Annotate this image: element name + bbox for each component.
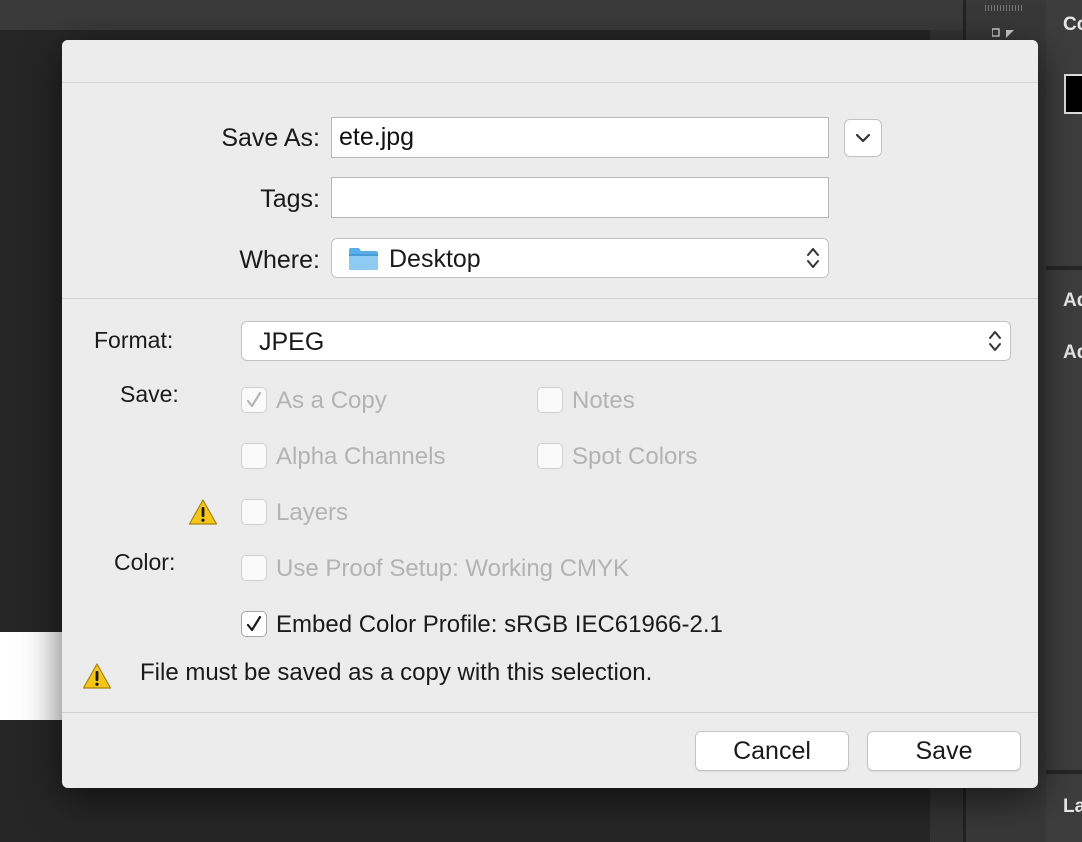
expand-dialog-button[interactable] xyxy=(844,119,882,157)
warning-message: File must be saved as a copy with this s… xyxy=(140,659,653,686)
panel-grip-icon[interactable] xyxy=(985,5,1023,11)
panel-label-adjustments-2: Ad xyxy=(1063,342,1082,363)
format-label: Format: xyxy=(94,327,174,353)
save-button[interactable]: Save xyxy=(867,731,1021,771)
panel-divider xyxy=(1046,770,1082,774)
save-as-label: Save As: xyxy=(221,124,320,152)
where-label: Where: xyxy=(239,246,320,274)
format-value: JPEG xyxy=(259,328,325,356)
format-popup[interactable]: JPEG xyxy=(241,321,1011,361)
save-options-label: Save: xyxy=(120,381,179,407)
tags-input[interactable] xyxy=(331,177,829,218)
as-a-copy-checkbox[interactable] xyxy=(241,387,267,413)
embed-color-profile-checkbox[interactable] xyxy=(241,611,267,637)
panel-label-layers[interactable]: La xyxy=(1063,796,1082,818)
tags-label: Tags: xyxy=(260,185,320,213)
chevron-down-icon xyxy=(855,133,871,143)
where-value: Desktop xyxy=(389,245,481,273)
alpha-channels-checkbox[interactable] xyxy=(241,443,267,469)
spot-colors-checkbox[interactable] xyxy=(537,443,563,469)
panel-label-adjustments[interactable]: Ad xyxy=(1063,290,1082,312)
color-swatch[interactable] xyxy=(1064,74,1082,114)
notes-checkbox[interactable] xyxy=(537,387,563,413)
save-dialog: Save As: Tags: Where: Desktop Format: JP… xyxy=(62,40,1038,788)
checkmark-icon xyxy=(246,615,262,632)
checkmark-icon xyxy=(246,391,262,408)
cancel-button[interactable]: Cancel xyxy=(695,731,849,771)
spot-colors-label: Spot Colors xyxy=(572,443,698,470)
as-a-copy-label: As a Copy xyxy=(276,387,387,414)
use-proof-setup-label: Use Proof Setup: Working CMYK xyxy=(276,555,630,582)
save-as-input[interactable] xyxy=(331,117,829,158)
color-label: Color: xyxy=(114,549,176,575)
alpha-channels-label: Alpha Channels xyxy=(276,443,446,470)
canvas-document-edge xyxy=(0,632,70,720)
where-popup[interactable]: Desktop xyxy=(331,238,829,278)
section-divider xyxy=(62,298,1038,299)
dialog-titlebar xyxy=(62,40,1038,83)
footer-divider xyxy=(62,712,1038,713)
embed-color-profile-label: Embed Color Profile: sRGB IEC61966-2.1 xyxy=(276,611,723,638)
updown-arrows-icon xyxy=(989,331,1001,351)
updown-arrows-icon xyxy=(807,248,819,268)
warning-triangle-icon xyxy=(82,663,112,689)
folder-icon xyxy=(349,248,378,270)
layers-label: Layers xyxy=(276,499,349,526)
panel-label-color[interactable]: Co xyxy=(1063,14,1082,36)
right-panel xyxy=(1046,0,1082,842)
warning-triangle-icon xyxy=(188,499,218,525)
layers-checkbox[interactable] xyxy=(241,499,267,525)
notes-label: Notes xyxy=(572,387,635,414)
app-topbar xyxy=(0,0,965,30)
use-proof-setup-checkbox[interactable] xyxy=(241,555,267,581)
panel-divider xyxy=(1046,266,1082,270)
